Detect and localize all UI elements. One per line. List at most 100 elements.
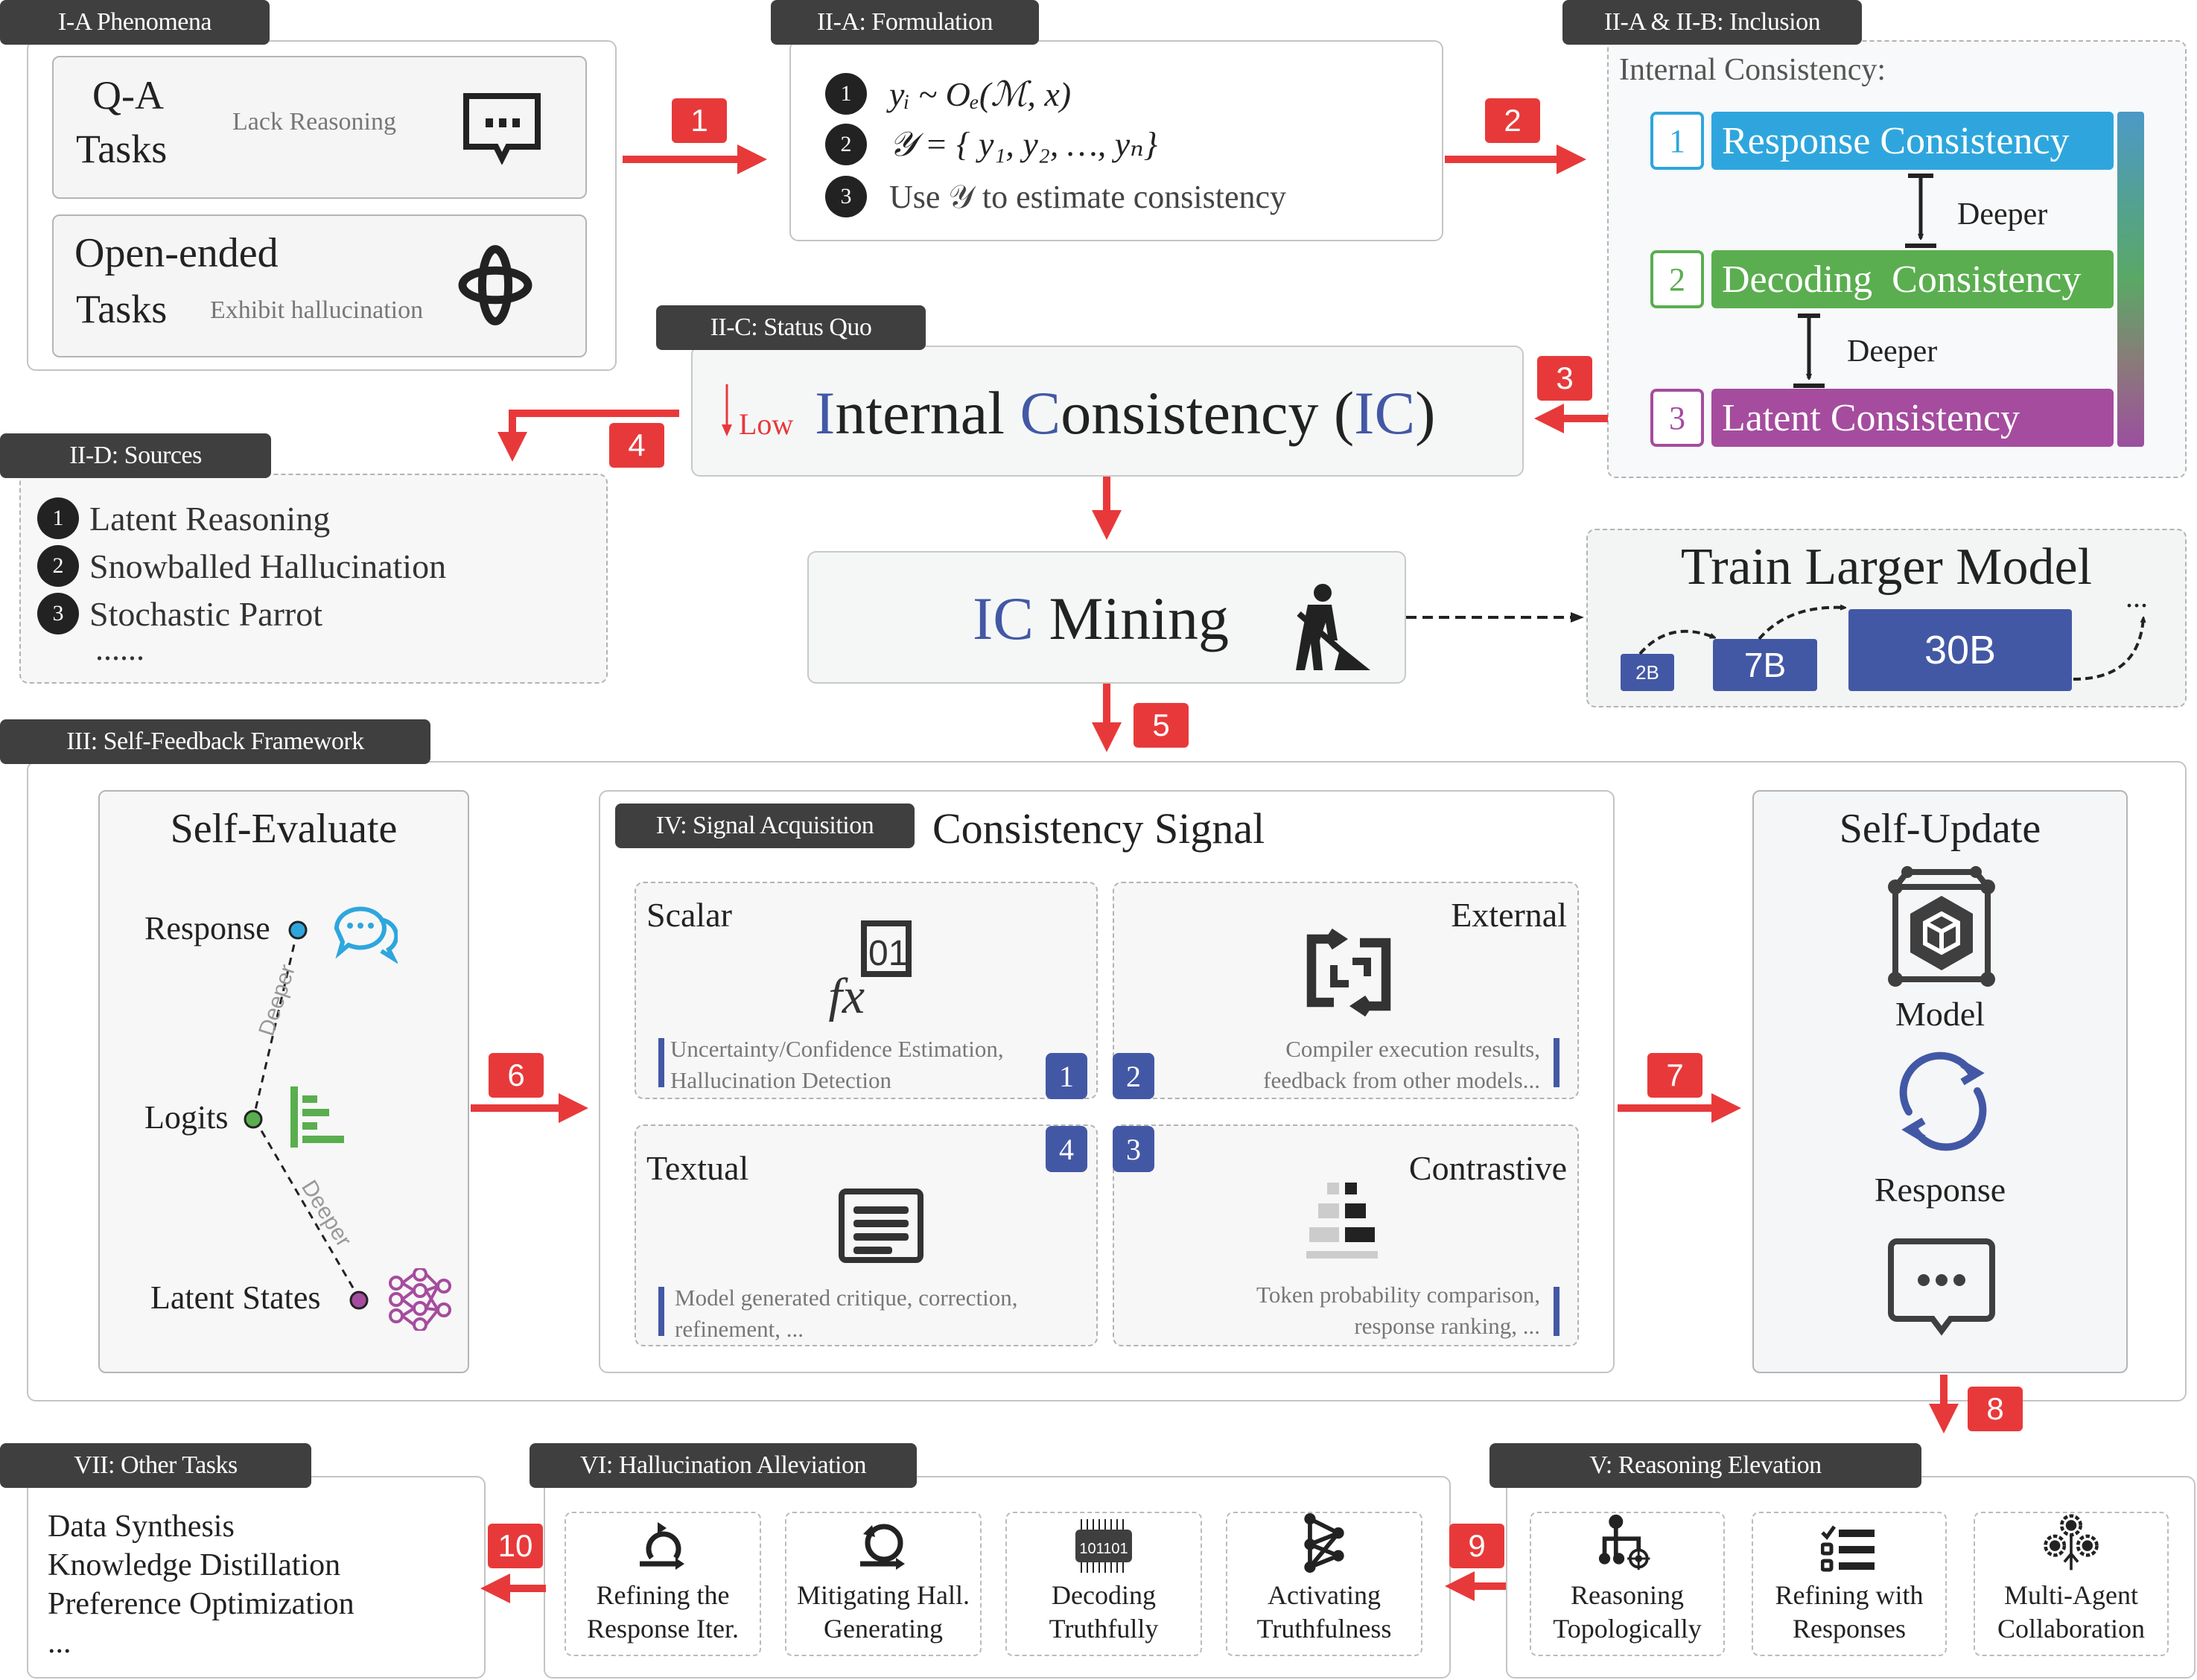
desc-line: Uncertainty/Confidence Estimation,: [670, 1036, 1004, 1062]
formulation-text: yᵢ ~ Oₑ(ℳ, x): [889, 75, 1072, 113]
loop-arrow-icon: [640, 1522, 684, 1570]
title-text: onsistency (: [1061, 379, 1355, 447]
node-label-logits: Logits: [144, 1099, 229, 1136]
number-circle: 3: [825, 176, 867, 217]
function-icon: 01 fx: [828, 920, 912, 1022]
mining-label: Mining: [1049, 585, 1229, 652]
model-cube-icon: [1888, 866, 1995, 987]
item-label: Decoding Truthfully: [1049, 1579, 1159, 1646]
quadrant-title: Textual: [646, 1149, 749, 1187]
accent-bar: [1554, 1287, 1559, 1336]
open-ended-tasks-card: Open-ended Tasks Exhibit hallucination: [52, 214, 587, 357]
low-label: Low: [739, 407, 794, 441]
refresh-cycle-icon: [1899, 1051, 1987, 1151]
number-circle: 2: [37, 545, 79, 587]
chip-icon: 101101: [1075, 1519, 1132, 1573]
step-badge-10: 10: [488, 1524, 543, 1568]
section-tab-phenomena: I-A Phenomena: [0, 0, 270, 45]
label-line: Responses: [1792, 1614, 1906, 1644]
tree-target-icon: [1598, 1514, 1650, 1571]
level-number: 2: [1650, 250, 1704, 308]
formulation-item-1: 1 yᵢ ~ Oₑ(ℳ, x): [825, 73, 1071, 115]
quadrant-contrastive: Contrastive Token probability comparison…: [1113, 1124, 1579, 1346]
level-label: Latent Consistency: [1711, 389, 2114, 447]
accent-bar: [658, 1287, 664, 1336]
reasoning-item-refining[interactable]: Refining with Responses: [1752, 1512, 1947, 1656]
level-number: 3: [1650, 389, 1704, 447]
other-task-item: Preference Optimization: [48, 1587, 354, 1621]
accent-bar: [658, 1038, 664, 1087]
desc-line: Model generated critique, correction,: [675, 1285, 1018, 1311]
item-label: Multi-Agent Collaboration: [1997, 1579, 2145, 1646]
title-text: nternal: [835, 379, 1020, 447]
deeper-rotated-label: Deeper: [254, 961, 300, 1039]
accent-bar: [1554, 1038, 1559, 1087]
label-line: Topologically: [1553, 1614, 1702, 1644]
hallucination-item-activating[interactable]: Activating Truthfulness: [1226, 1512, 1422, 1656]
reasoning-item-multi-agent[interactable]: Multi-Agent Collaboration: [1974, 1512, 2169, 1656]
level-number: 1: [1650, 112, 1704, 170]
ic-abbrev: IC: [973, 585, 1034, 652]
self-update-panel: Self-Update Model Response: [1752, 790, 2128, 1373]
label-line: Activating: [1268, 1580, 1381, 1610]
level-label: Response Consistency: [1711, 112, 2114, 170]
label-line: Response Iter.: [587, 1614, 739, 1644]
source-item-2: 2 Snowballed Hallucination: [37, 545, 446, 587]
source-item-1: 1 Latent Reasoning: [37, 497, 330, 539]
open-title-line2: Tasks: [76, 287, 168, 331]
other-task-item: Knowledge Distillation: [48, 1548, 341, 1582]
status-quo-panel: Low Internal Consistency (IC): [691, 346, 1524, 477]
formulation-text: Use 𝒴 to estimate consistency: [889, 178, 1287, 215]
quadrant-number-4: 4: [1046, 1126, 1087, 1172]
source-text: Latent Reasoning: [89, 499, 331, 538]
level-label: Decoding Consistency: [1711, 250, 2114, 308]
chat-dots-icon: [463, 93, 541, 165]
response-node: [288, 920, 308, 940]
step-badge-1: 1: [672, 98, 727, 143]
source-text: Snowballed Hallucination: [89, 547, 447, 585]
response-label: Response: [1874, 1171, 2006, 1209]
formulation-panel: 1 yᵢ ~ Oₑ(ℳ, x) 2 𝒴 = { y₁, y₂, …, yₙ} 3…: [789, 40, 1443, 241]
svg-text:01: 01: [868, 934, 908, 973]
hallucination-item-mitigating[interactable]: Mitigating Hall. Generating: [785, 1512, 982, 1656]
source-item-3: 3 Stochastic Parrot: [37, 593, 322, 634]
train-larger-model-panel: Train Larger Model 2B 7B 30B ...: [1586, 529, 2187, 707]
growth-arrows: [1638, 530, 2188, 681]
inclusion-heading: Internal Consistency:: [1619, 53, 1886, 87]
step-badge-6: 6: [489, 1053, 544, 1098]
number-circle: 1: [825, 73, 867, 115]
step-badge-7: 7: [1647, 1053, 1702, 1098]
checklist-icon: [1821, 1525, 1875, 1572]
consistency-signal-title: Consistency Signal: [932, 804, 1265, 853]
quadrant-desc: Token probability comparison, response r…: [1256, 1279, 1540, 1342]
other-tasks-list: Data Synthesis Knowledge Distillation Pr…: [48, 1507, 354, 1662]
step-badge-8: 8: [1968, 1387, 2023, 1431]
node-label-response: Response: [144, 910, 270, 946]
reasoning-item-topological[interactable]: Reasoning Topologically: [1530, 1512, 1725, 1656]
label-line: Generating: [824, 1614, 943, 1644]
hallucination-item-decoding[interactable]: 101101 Decoding Truthfully: [1005, 1512, 1202, 1656]
chip-text: 101101: [1079, 1541, 1128, 1557]
deeper-label-1: Deeper: [1957, 197, 2048, 232]
self-update-title: Self-Update: [1839, 806, 2041, 852]
step-badge-2: 2: [1485, 98, 1540, 143]
desc-line: response ranking, ...: [1354, 1313, 1540, 1339]
hallucination-item-refining[interactable]: Refining the Response Iter.: [565, 1512, 761, 1656]
latent-consistency-level: 3 Latent Consistency: [1650, 389, 2114, 447]
formulation-item-2: 2 𝒴 = { y₁, y₂, …, yₙ}: [825, 124, 1157, 165]
section-tab-hallucination: VI: Hallucination Alleviation: [530, 1443, 917, 1488]
label-line: Reasoning: [1571, 1580, 1684, 1610]
bar-chart-icon: [290, 1086, 344, 1148]
desc-line: feedback from other models...: [1263, 1067, 1540, 1093]
deeper-arrow-icon: [1905, 174, 1936, 248]
label-line: Mitigating Hall.: [797, 1580, 970, 1610]
quadrant-number-1: 1: [1046, 1053, 1087, 1099]
label-line: Refining with: [1775, 1580, 1924, 1610]
label-line: Refining the: [596, 1580, 730, 1610]
response-consistency-level: 1 Response Consistency: [1650, 112, 2114, 170]
model-label: Model: [1895, 995, 1985, 1033]
step-badge-3: 3: [1537, 356, 1592, 401]
self-evaluate-panel: Self-Evaluate Deeper Deeper Response Log…: [98, 790, 469, 1373]
document-lines-icon: [839, 1189, 923, 1263]
step-badge-5: 5: [1134, 703, 1189, 748]
